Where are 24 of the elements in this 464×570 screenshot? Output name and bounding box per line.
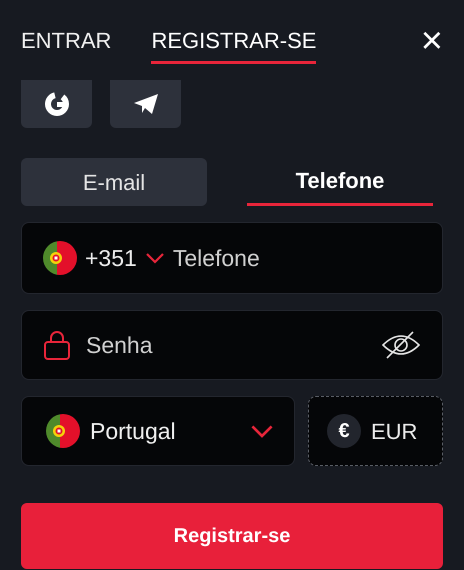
register-button[interactable]: Registrar-se — [21, 503, 443, 569]
tab[interactable]: ENTRAR — [21, 26, 112, 64]
google-icon — [44, 91, 70, 117]
eye-off-icon[interactable] — [382, 330, 420, 360]
currency-select[interactable]: € EUR — [308, 396, 443, 466]
password-input[interactable]: Senha — [86, 328, 366, 362]
chevron-down-icon — [144, 252, 165, 264]
close-button[interactable]: × — [420, 26, 443, 56]
method-tab[interactable]: E-mail — [21, 158, 207, 206]
euro-icon: € — [327, 414, 361, 448]
flag-icon — [46, 414, 80, 448]
country-code[interactable]: +351 — [85, 240, 137, 276]
phone-field[interactable]: +351 Telefone — [21, 222, 443, 294]
google-button[interactable] — [21, 80, 92, 128]
method-tab[interactable]: Telefone — [247, 158, 433, 206]
paper-plane-icon — [132, 92, 158, 116]
flag-icon — [43, 241, 77, 275]
phone-input[interactable]: Telefone — [172, 240, 421, 276]
tab[interactable]: REGISTRAR-SE — [151, 26, 316, 64]
chevron-down-icon — [250, 424, 274, 438]
telegram-button[interactable] — [110, 80, 181, 128]
country-select[interactable]: Portugal — [21, 396, 295, 466]
lock-icon — [44, 330, 70, 360]
password-field[interactable]: Senha — [21, 310, 443, 380]
